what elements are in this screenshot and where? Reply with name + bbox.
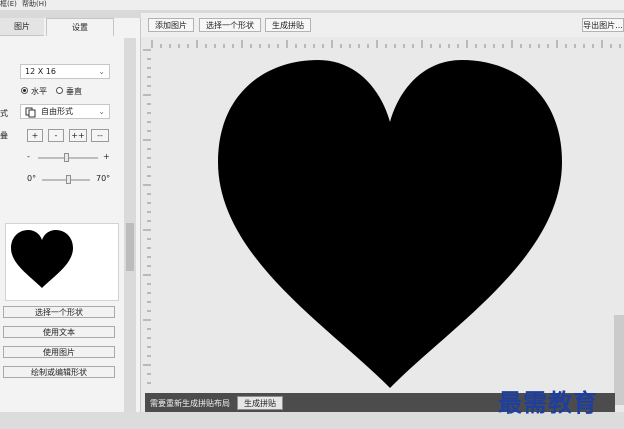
slider1-thumb[interactable] xyxy=(64,153,69,162)
menu-bar: 框(E) 帮助(H) xyxy=(0,0,624,10)
top-ruler xyxy=(151,40,621,48)
radio-horizontal[interactable] xyxy=(21,87,28,94)
freeform-shape-icon xyxy=(25,107,36,118)
status-message: 需要重新生成拼贴布局 xyxy=(150,399,230,408)
heart-preview-icon xyxy=(11,230,73,288)
tab-settings[interactable]: 设置 xyxy=(46,18,114,36)
heart-shape[interactable] xyxy=(210,52,570,392)
generate-collage-button[interactable]: 生成拼贴 xyxy=(265,18,311,32)
watermark-logo: 最需教育 xyxy=(498,388,598,417)
menu-item-help[interactable]: 帮助(H) xyxy=(22,0,47,9)
radio-vertical[interactable] xyxy=(56,87,63,94)
slider1-min-label: - xyxy=(27,152,30,161)
shape-preview xyxy=(5,223,119,301)
slider2-thumb[interactable] xyxy=(66,175,71,184)
panel-scroll-thumb[interactable] xyxy=(126,223,134,271)
chevron-down-icon: ⌄ xyxy=(98,67,105,76)
stack-double-minus-button[interactable]: -- xyxy=(91,129,109,142)
select-shape-button[interactable]: 选择一个形状 xyxy=(3,306,115,318)
use-text-button[interactable]: 使用文本 xyxy=(3,326,115,338)
stack-label: 叠 xyxy=(0,131,8,140)
grid-size-value: 12 X 16 xyxy=(25,67,56,76)
style-select[interactable]: 自由形式 ⌄ xyxy=(20,104,110,119)
export-image-button[interactable]: 导出图片... xyxy=(582,18,624,32)
select-shape-toolbar-button[interactable]: 选择一个形状 xyxy=(199,18,261,32)
menu-item-edit[interactable]: 框(E) xyxy=(0,0,17,9)
style-value: 自由形式 xyxy=(41,107,73,116)
slider1-max-label: + xyxy=(103,152,110,161)
stack-plus-button[interactable]: + xyxy=(27,129,43,142)
radio-vertical-label: 垂直 xyxy=(66,87,82,96)
chevron-down-icon: ⌄ xyxy=(98,107,105,116)
use-image-button[interactable]: 使用图片 xyxy=(3,346,115,358)
add-images-button[interactable]: 添加图片 xyxy=(148,18,194,32)
draw-edit-shape-button[interactable]: 绘制或编辑形状 xyxy=(3,366,115,378)
radio-horizontal-label: 水平 xyxy=(31,87,47,96)
stack-double-plus-button[interactable]: ++ xyxy=(69,129,87,142)
status-generate-button[interactable]: 生成拼贴 xyxy=(237,396,283,410)
slider2-min-label: 0° xyxy=(27,174,37,183)
slider2-max-label: 70° xyxy=(96,174,111,183)
style-label: 式 xyxy=(0,109,8,118)
left-ruler xyxy=(143,49,151,384)
grid-size-select[interactable]: 12 X 16 ⌄ xyxy=(20,64,110,79)
stack-minus-button[interactable]: - xyxy=(48,129,64,142)
tab-images[interactable]: 图片 xyxy=(0,18,44,36)
canvas-scrollbar[interactable] xyxy=(614,315,624,405)
